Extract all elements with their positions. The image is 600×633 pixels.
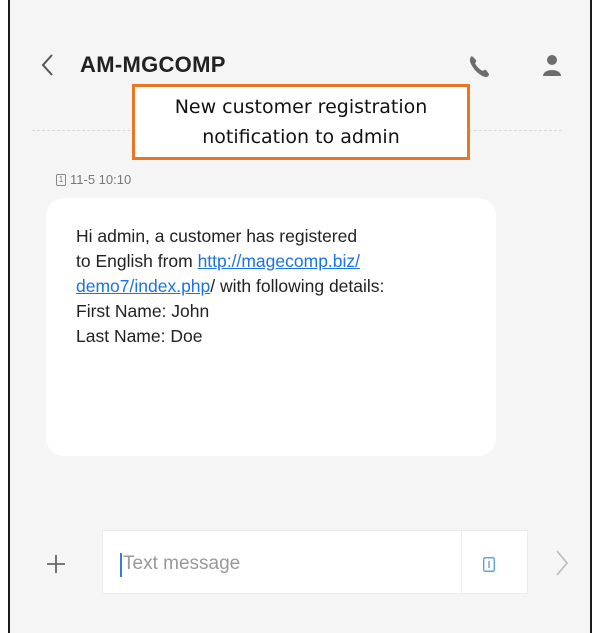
conversation-title: AM-MGCOMP (80, 52, 226, 77)
annotation-callout: New customer registration notification t… (132, 84, 470, 160)
message-line: to English from http://magecomp.biz/ (76, 249, 496, 274)
message-timestamp: 11-5 10:10 (70, 172, 132, 187)
message-input-placeholder: Text message (123, 553, 241, 574)
chevron-right-icon[interactable] (554, 548, 570, 578)
message-bubble[interactable]: Hi admin, a customer has registered to E… (46, 198, 496, 456)
callout-line: New customer registration (174, 96, 428, 118)
message-link[interactable]: http://magecomp.biz/ (198, 251, 360, 271)
input-divider (461, 531, 462, 593)
message-text: / with following details: (210, 276, 385, 296)
sim-card-icon: 1 (56, 173, 66, 186)
message-link[interactable]: demo7/index.php (76, 276, 210, 296)
message-line: demo7/index.php/ with following details: (76, 274, 496, 299)
message-line: Hi admin, a customer has registered (76, 226, 358, 246)
message-line: First Name: John (76, 301, 210, 321)
sim-icon[interactable] (483, 557, 495, 572)
chevron-left-icon[interactable] (38, 52, 58, 78)
text-caret (120, 553, 122, 577)
message-input[interactable]: Text message (102, 530, 528, 594)
message-text: to English from (76, 251, 198, 271)
message-meta: 1 11-5 10:10 (56, 172, 131, 187)
callout-line: notification to admin (202, 126, 400, 148)
phone-icon[interactable] (468, 54, 490, 78)
person-icon[interactable] (542, 53, 562, 77)
message-line: Last Name: Doe (76, 326, 203, 346)
plus-icon[interactable] (44, 552, 68, 576)
